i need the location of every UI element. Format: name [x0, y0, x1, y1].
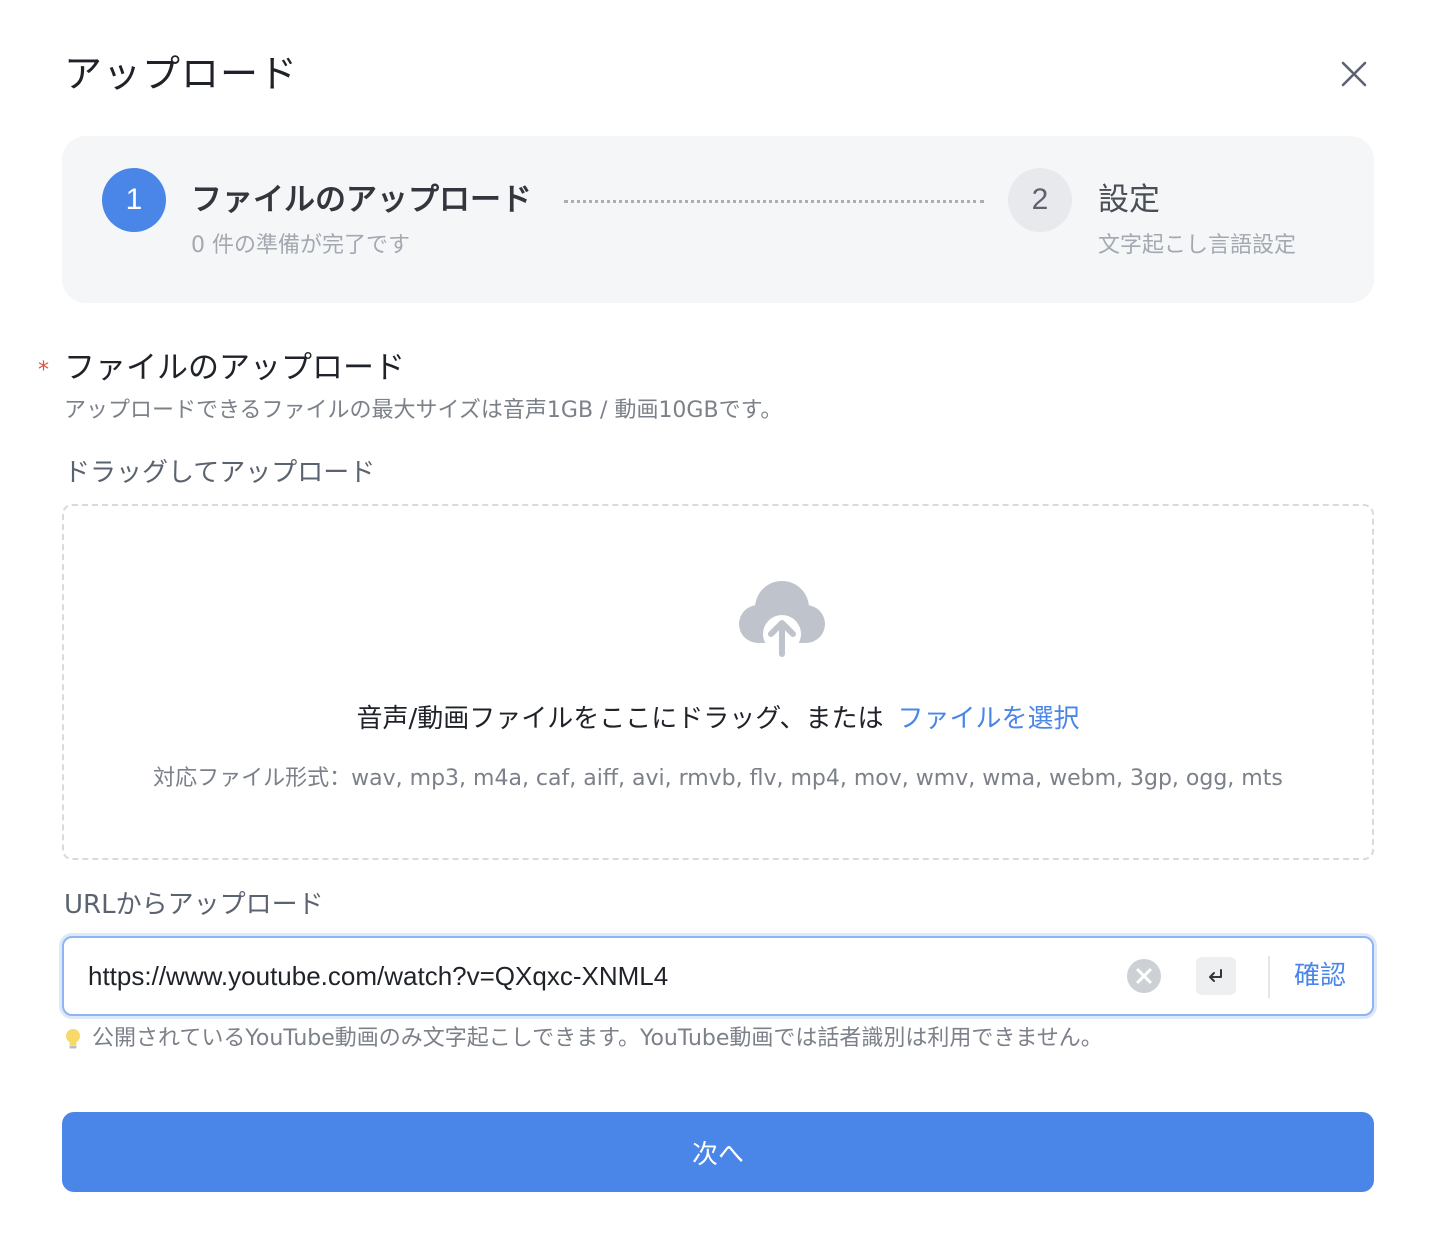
close-button[interactable]: [1330, 50, 1378, 98]
dialog-title: アップロード: [64, 52, 299, 96]
required-mark: *: [38, 358, 49, 383]
upload-dialog: アップロード 1 ファイルのアップロード 0 件の準備が完了です 2 設定 文字…: [0, 0, 1438, 1256]
step-connector: [564, 200, 984, 203]
file-dropzone[interactable]: 音声/動画ファイルをここにドラッグ、または ファイルを選択 対応ファイル形式：wa…: [62, 504, 1374, 860]
step-1-subtitle: 0 件の準備が完了です: [191, 233, 410, 258]
url-upload-label: URLからアップロード: [64, 890, 324, 920]
youtube-hint: 公開されているYouTube動画のみ文字起こしできます。YouTube動画では話…: [64, 1024, 1103, 1054]
confirm-button[interactable]: 確認: [1294, 956, 1346, 996]
select-file-link[interactable]: ファイルを選択: [897, 704, 1079, 734]
upload-section-title: ファイルのアップロード: [64, 350, 405, 386]
step-2-subtitle: 文字起こし言語設定: [1098, 233, 1297, 258]
step-2-number: 2: [1008, 168, 1072, 232]
steps-panel: 1 ファイルのアップロード 0 件の準備が完了です 2 設定 文字起こし言語設定: [62, 136, 1374, 303]
supported-formats: 対応ファイル形式：wav, mp3, m4a, caf, aiff, avi, …: [153, 766, 1283, 791]
drag-upload-label: ドラッグしてアップロード: [64, 458, 376, 488]
close-icon: [1341, 61, 1367, 87]
step-1-title: ファイルのアップロード: [191, 182, 532, 218]
drop-instructions: 音声/動画ファイルをここにドラッグ、または ファイルを選択: [64, 702, 1372, 736]
enter-icon: [1209, 969, 1222, 982]
cloud-upload-icon: [739, 581, 825, 657]
next-button[interactable]: 次へ: [62, 1112, 1374, 1192]
step-1-number: 1: [102, 168, 166, 232]
youtube-hint-text: 公開されているYouTube動画のみ文字起こしできます。YouTube動画では話…: [92, 1026, 1103, 1051]
url-input-box: 確認: [62, 936, 1374, 1016]
url-input[interactable]: [88, 956, 1108, 996]
url-divider: [1268, 956, 1270, 998]
upload-size-description: アップロードできるファイルの最大サイズは音声1GB / 動画10GBです。: [64, 398, 783, 423]
step-2-title: 設定: [1098, 182, 1160, 218]
lightbulb-icon: [66, 1029, 80, 1049]
drop-text: 音声/動画ファイルをここにドラッグ、または: [356, 704, 884, 734]
clear-input-icon[interactable]: [1126, 958, 1162, 994]
enter-key-button[interactable]: [1196, 957, 1236, 995]
